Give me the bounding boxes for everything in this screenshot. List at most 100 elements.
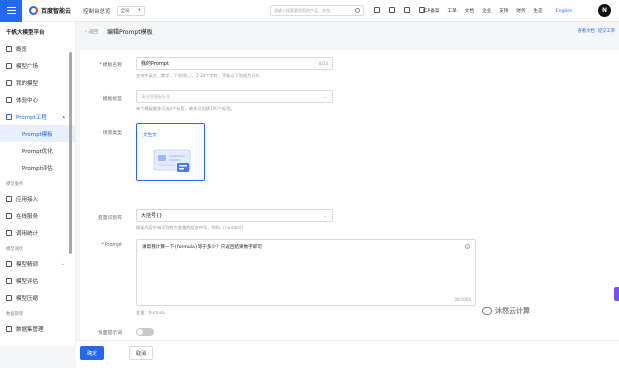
template-name-hint: 支持中英文、数字、下划线(_)，2-20个字符，不能以下划线为开头 — [136, 73, 260, 78]
sidebar-item-experience[interactable]: 体验中心 — [0, 91, 75, 108]
terminal-icon[interactable] — [404, 7, 410, 13]
top-link-docs[interactable]: 文档 — [465, 8, 474, 14]
template-tag-label: 模板标签 — [102, 97, 122, 102]
negative-prompt-toggle[interactable] — [136, 328, 154, 336]
sidebar-item-dataset[interactable]: 数据集管理 — [0, 320, 75, 337]
main-content: ‹ 返回 编辑Prompt模板 查看文档 提交工单 *模板名称 我的Prompt… — [76, 22, 619, 368]
prompt-textarea[interactable]: 请帮我计算一下{formula}等于多少？只返回结果数字即可 × 30/1000 — [136, 239, 476, 306]
message-icon[interactable] — [374, 7, 380, 13]
variable-identifier-select[interactable]: 大括号{} ⌄ — [136, 209, 333, 222]
page-title: 编辑Prompt模板 — [107, 29, 153, 36]
floating-side-tab[interactable] — [614, 287, 619, 301]
sidebar-item-prompt-engineering[interactable]: Prompt工程 ▴ — [0, 108, 75, 125]
grid-icon — [6, 45, 12, 52]
region-value: 全局 — [120, 8, 130, 14]
variable-identifier-hint: 模板内容中每识别符为变量的组合符号，例如: {number} — [136, 225, 245, 230]
variable-identifier-label: 变量识别符 — [98, 216, 122, 221]
template-name-label: *模板名称 — [99, 63, 122, 68]
form-footer: 确定 取消 — [76, 340, 619, 368]
sidebar-item-label: 模型广场 — [16, 63, 39, 70]
top-link-enterprise[interactable]: 企业 — [482, 8, 491, 14]
top-nav-bar: 百度智能云 控制台总览 全局 ▾ 请输入搜索要搜索的产品、文档 ICP备案 工单… — [0, 0, 619, 22]
avatar[interactable]: N — [598, 4, 611, 17]
sidebar-item-model-eval[interactable]: 模型评估 — [0, 272, 75, 289]
tune-icon — [6, 260, 12, 267]
submit-ticket-link[interactable]: 提交工单 — [598, 28, 615, 34]
cross-icon — [6, 62, 12, 69]
top-tool-icons — [374, 7, 425, 13]
sidebar-item-label: 我的模型 — [16, 80, 39, 87]
gear-icon — [6, 79, 12, 86]
scene-type-name: 文生文 — [143, 133, 157, 138]
required-mark: * — [101, 243, 104, 248]
back-link[interactable]: ‹ 返回 — [85, 28, 98, 35]
template-name-input[interactable]: 我的Prompt 8/20 — [136, 57, 333, 70]
watermark: 沐然云计算 — [482, 306, 530, 316]
menu-icon[interactable] — [0, 0, 22, 22]
sidebar: 千帆大模型平台 概览 模型广场 我的模型 体验中心 Prompt工程 ▴ Pro… — [0, 22, 76, 346]
sidebar-item-label: 概览 — [16, 46, 28, 53]
sidebar-item-label: 模型精调 — [16, 261, 39, 268]
chevron-down-icon: ▾ — [138, 8, 141, 13]
chart-icon — [6, 229, 12, 236]
chevron-up-icon: ▴ — [62, 113, 65, 120]
prompt-label: *Prompt — [101, 243, 122, 248]
cloud-icon — [6, 212, 12, 219]
brand-logo[interactable]: 百度智能云 — [29, 6, 71, 15]
flask-icon — [6, 96, 12, 103]
top-link-finance[interactable]: 财务 — [516, 8, 525, 14]
chevron-down-icon: ⌄ — [60, 260, 65, 267]
sidebar-group-service: 模型服务 — [6, 182, 24, 187]
scene-type-card-text-to-text[interactable]: 文生文 — [136, 123, 205, 181]
top-link-ticket[interactable]: 工单 — [448, 8, 457, 14]
clear-icon[interactable]: × — [465, 244, 470, 249]
scene-type-label: 场景类型 — [102, 131, 122, 136]
app-icon — [6, 195, 12, 202]
cancel-button[interactable]: 取消 — [129, 346, 153, 360]
sidebar-item-app-access[interactable]: 应用接入 — [0, 190, 75, 207]
sidebar-item-model-compress[interactable]: 模型压缩 — [0, 289, 75, 306]
prompt-counter: 30/1000 — [454, 297, 471, 302]
sidebar-item-label: 调用统计 — [16, 230, 39, 237]
top-link-icp[interactable]: ICP备案 — [423, 8, 440, 14]
language-switch[interactable]: English — [556, 9, 573, 14]
prompt-variables-note: 变量：formula — [136, 310, 165, 315]
chevron-down-icon: ⌄ — [322, 93, 327, 100]
search-icon[interactable] — [355, 8, 360, 13]
cloud-logo-icon — [29, 6, 38, 15]
template-tag-select[interactable]: 请选择模板标签 ⌄ — [136, 90, 333, 103]
prompt-icon — [6, 113, 12, 120]
sidebar-item-overview[interactable]: 概览 — [0, 40, 75, 57]
sidebar-item-label: 模型评估 — [16, 278, 39, 285]
sidebar-item-call-stats[interactable]: 调用统计 — [0, 224, 75, 241]
help-links: 查看文档 提交工单 — [578, 28, 615, 34]
top-links: ICP备案 工单 文档 企业 支持 财务 生态 English — [423, 0, 580, 22]
sidebar-item-label: 数据集管理 — [16, 326, 44, 333]
sidebar-item-online-service[interactable]: 在线服务 — [0, 207, 75, 224]
sidebar-item-my-models[interactable]: 我的模型 — [0, 74, 75, 91]
sidebar-item-label: Prompt工程 — [16, 114, 47, 121]
sidebar-group-data: 数据管理 — [6, 312, 24, 317]
top-link-support[interactable]: 支持 — [499, 8, 508, 14]
sidebar-item-prompt-evaluate[interactable]: Prompt评估 — [0, 159, 75, 176]
region-select[interactable]: 全局 ▾ — [116, 5, 145, 16]
wechat-icon — [482, 307, 492, 315]
sidebar-item-model-square[interactable]: 模型广场 — [0, 57, 75, 74]
cart-icon[interactable] — [389, 7, 395, 13]
global-search-input[interactable]: 请输入搜索要搜索的产品、文档 — [270, 5, 364, 16]
template-tag-placeholder: 请选择模板标签 — [141, 93, 171, 99]
confirm-button[interactable]: 确定 — [80, 346, 104, 360]
sidebar-item-label: 在线服务 — [16, 213, 39, 220]
sidebar-title: 千帆大模型平台 — [6, 30, 45, 36]
console-overview-link[interactable]: 控制台总览 — [83, 7, 111, 15]
sidebar-item-prompt-template[interactable]: Prompt模板 — [0, 125, 75, 142]
sidebar-item-fine-tune[interactable]: 模型精调 ⌄ — [0, 255, 75, 272]
top-link-ecosystem[interactable]: 生态 — [534, 8, 543, 14]
view-docs-link[interactable]: 查看文档 — [578, 28, 595, 34]
text-document-illustration-icon — [153, 149, 191, 172]
negative-prompt-label: 负面提示词 — [98, 331, 122, 336]
sidebar-item-prompt-optimize[interactable]: Prompt优化 — [0, 142, 75, 159]
eval-icon — [6, 277, 12, 284]
watermark-text: 沐然云计算 — [495, 307, 530, 315]
sidebar-scrollbar[interactable] — [69, 52, 72, 254]
